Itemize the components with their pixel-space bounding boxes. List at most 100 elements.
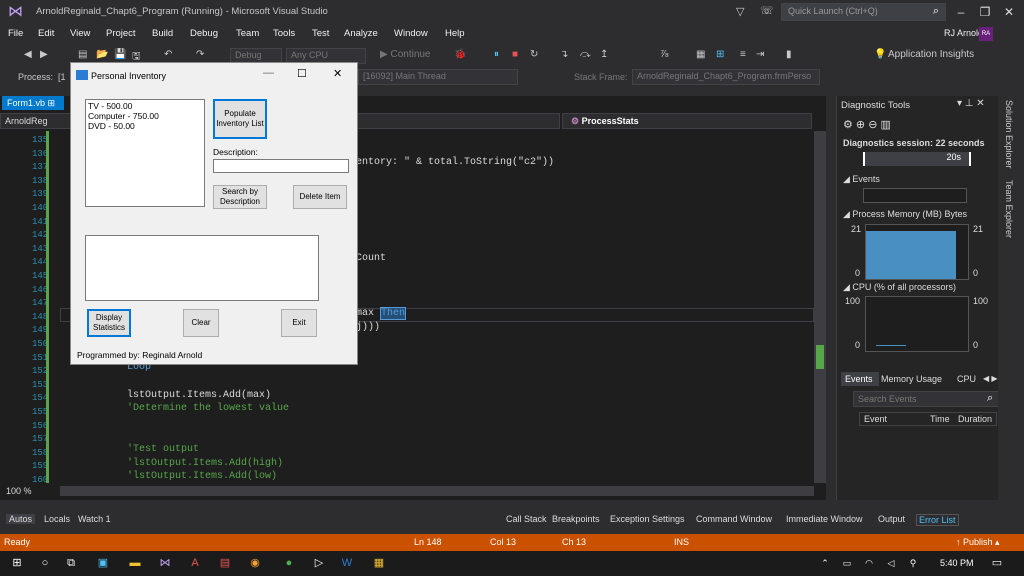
battery-icon[interactable]: ▭ — [840, 556, 854, 570]
form-minimize-button[interactable]: — — [263, 67, 274, 79]
show-threads-icon[interactable]: ▦ — [696, 49, 705, 60]
restart-icon[interactable]: ↻ — [530, 49, 538, 60]
tab-error-list[interactable]: Error List — [916, 514, 959, 526]
feedback-icon[interactable]: ☏ — [760, 4, 774, 17]
notifications-icon[interactable]: ▭ — [990, 556, 1004, 570]
code-line-155[interactable]: 'Determine the lowest value — [127, 403, 289, 414]
description-input[interactable] — [213, 159, 349, 173]
quick-launch-input[interactable]: Quick Launch (Ctrl+Q) ⌕ — [781, 3, 946, 21]
tab-immediate-window[interactable]: Immediate Window — [786, 514, 863, 524]
chrome-icon[interactable]: ● — [282, 556, 296, 570]
publish-button[interactable]: ↑ Publish ▴ — [956, 537, 1000, 548]
wifi-icon[interactable]: ◠ — [862, 556, 876, 570]
code-line-154[interactable]: lstOutput.Items.Add(max) — [127, 390, 271, 401]
tab-output[interactable]: Output — [878, 514, 905, 524]
tray-chevron-icon[interactable]: ⌃ — [818, 556, 832, 570]
team-explorer-tab[interactable]: Team Explorer — [1004, 180, 1014, 238]
tab-scroll-icon[interactable]: ◀ ▶ — [983, 374, 998, 383]
menu-analyze[interactable]: Analyze — [344, 28, 378, 39]
menu-debug[interactable]: Debug — [190, 28, 218, 39]
tab-memory-usage[interactable]: Memory Usage — [881, 374, 942, 384]
tab-autos[interactable]: Autos — [6, 514, 36, 524]
close-button[interactable]: ✕ — [998, 3, 1020, 21]
code-line-158[interactable]: 'Test output — [127, 444, 199, 455]
display-statistics-button[interactable]: Display Statistics — [87, 309, 131, 337]
form-maximize-button[interactable]: ☐ — [297, 67, 307, 80]
tab-breakpoints[interactable]: Breakpoints — [552, 514, 600, 524]
open-icon[interactable]: 📂 — [96, 49, 108, 60]
tab-locals[interactable]: Locals — [44, 514, 70, 524]
acrobat-icon[interactable]: A — [188, 556, 202, 570]
app-icon-2[interactable]: ▤ — [218, 556, 232, 570]
menu-edit[interactable]: Edit — [38, 28, 54, 39]
code-line-144[interactable]: Count — [356, 253, 386, 264]
list-item[interactable]: TV - 500.00 — [88, 101, 202, 111]
back-icon[interactable]: ◀ — [24, 49, 32, 60]
network-icon[interactable]: ⚲ — [906, 556, 920, 570]
code-line-137[interactable]: entory: " & total.ToString("c2")) — [356, 157, 554, 168]
word-icon[interactable]: W — [340, 556, 354, 570]
editor-horizontal-scrollbar[interactable] — [60, 486, 814, 496]
redo-icon[interactable]: ↷ — [196, 49, 204, 60]
lightbulb-icon[interactable]: 💡 — [874, 49, 886, 60]
bookmark-icon[interactable]: ▮ — [786, 49, 792, 60]
app-insights-label[interactable]: Application Insights — [888, 49, 974, 60]
app-icon-3[interactable]: ▦ — [372, 556, 386, 570]
clock[interactable]: 5:40 PM — [940, 558, 974, 568]
forward-icon[interactable]: ▶ — [40, 49, 48, 60]
tab-cpu[interactable]: CPU — [957, 374, 976, 384]
list-item[interactable]: DVD - 50.00 — [88, 121, 202, 131]
avatar[interactable]: RA — [979, 27, 993, 41]
undo-icon[interactable]: ↶ — [164, 49, 172, 60]
output-listbox[interactable] — [85, 235, 319, 301]
source-icon[interactable]: ⊞ — [716, 49, 724, 60]
menu-view[interactable]: View — [70, 28, 90, 39]
form-close-button[interactable]: ✕ — [333, 67, 342, 80]
tab-watch-1[interactable]: Watch 1 — [78, 514, 111, 524]
restore-button[interactable]: ❐ — [974, 3, 996, 21]
tab-exception-settings[interactable]: Exception Settings — [610, 514, 685, 524]
editor-vertical-scrollbar[interactable] — [814, 131, 826, 483]
align-icon[interactable]: ≡ — [740, 49, 746, 60]
save-icon[interactable]: 💾 — [114, 49, 126, 60]
settings-icon[interactable]: ⚙ ⊕ ⊖ ▥ — [843, 118, 891, 131]
indent-icon[interactable]: ⇥ — [756, 49, 764, 60]
firefox-icon[interactable]: ◉ — [248, 556, 262, 570]
thread-dropdown[interactable]: [16092] Main Thread — [358, 69, 518, 85]
file-explorer-icon[interactable]: ▬ — [128, 556, 142, 570]
populate-inventory-button[interactable]: Populate Inventory List — [213, 99, 267, 139]
bug-icon[interactable]: 🐞 — [454, 49, 466, 60]
visual-studio-taskbar-icon[interactable]: ⋈ — [158, 556, 172, 570]
menu-tools[interactable]: Tools — [273, 28, 295, 39]
timeline-ruler[interactable]: 20s — [863, 152, 971, 166]
windows-start-icon[interactable]: ⊞ — [10, 556, 24, 570]
col-time[interactable]: Time — [930, 414, 950, 424]
code-line-149[interactable]: j))) — [356, 322, 380, 333]
menu-window[interactable]: Window — [394, 28, 428, 39]
code-line-159[interactable]: 'lstOutput.Items.Add(high) — [127, 458, 283, 469]
search-by-description-button[interactable]: Search by Description — [213, 185, 267, 209]
zoom-level[interactable]: 100 % — [6, 486, 32, 496]
menu-test[interactable]: Test — [312, 28, 329, 39]
tab-events[interactable]: Events — [841, 372, 879, 386]
pin-icon[interactable]: ▾ ⊥ ✕ — [957, 98, 985, 109]
list-item[interactable]: Computer - 750.00 — [88, 111, 202, 121]
tab-command-window[interactable]: Command Window — [696, 514, 772, 524]
pause-icon[interactable]: ⏸ — [494, 49, 499, 60]
task-view-icon[interactable]: ⧉ — [64, 556, 78, 570]
user-name[interactable]: RJ Arnold — [944, 28, 983, 38]
col-duration[interactable]: Duration — [958, 414, 992, 424]
terminal-icon[interactable]: ▷ — [312, 556, 326, 570]
member-dropdown[interactable]: ⚙ ProcessStats — [562, 113, 812, 129]
menu-team[interactable]: Team — [236, 28, 259, 39]
menu-build[interactable]: Build — [152, 28, 173, 39]
search-events-input[interactable]: Search Events — [853, 391, 999, 407]
menu-help[interactable]: Help — [445, 28, 465, 39]
col-event[interactable]: Event — [864, 414, 887, 424]
delete-item-button[interactable]: Delete Item — [293, 185, 347, 209]
tab-form1[interactable]: Form1.vb ⊞ — [2, 96, 64, 110]
inventory-listbox[interactable]: TV - 500.00 Computer - 750.00 DVD - 50.0… — [85, 99, 205, 207]
filter-icon[interactable]: ▽ — [736, 5, 744, 18]
step-into-icon[interactable]: ↴ — [560, 49, 568, 60]
code-line-148[interactable]: max Then — [356, 307, 407, 320]
